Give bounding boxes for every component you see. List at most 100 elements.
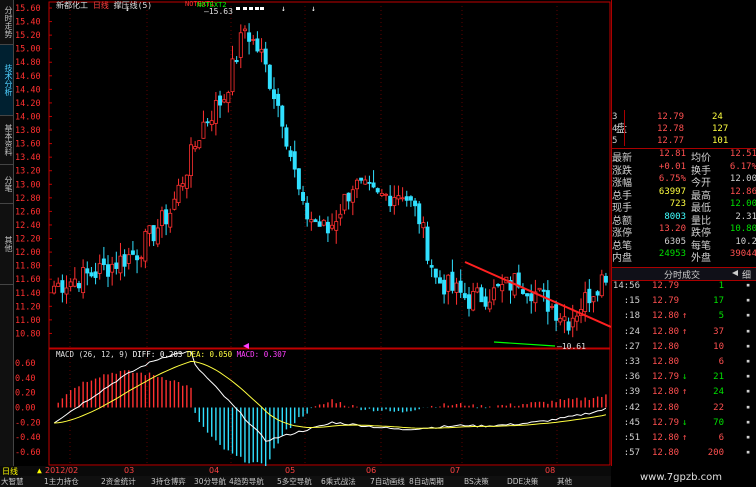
month-label: 06 [366,466,377,475]
tick-time: :39 [623,387,640,398]
price-axis-tick: 12.40 [15,221,41,231]
tick-row: :45 12.79 ↓ 70 ▪ [612,418,756,430]
candle-body [130,250,135,255]
tick-time: :57 [623,448,640,459]
candle-body [64,287,69,295]
stats-divider [612,148,756,149]
tick-time: :33 [623,357,640,367]
candle-body [317,221,322,227]
bottom-tab[interactable]: 2资金统计 [101,476,136,487]
candle-body [462,293,467,299]
candle-body [554,304,559,321]
candle-body [147,225,152,234]
stock-name: 新都化工 [56,1,88,10]
macd-axis-tick: 0.40 [15,374,35,384]
candle-body [197,140,202,149]
candle-body [159,210,164,226]
bottom-tab[interactable]: 3持仓博弈 [151,476,186,487]
candle-body [168,212,173,228]
tick-time: :24 [623,326,640,337]
tick-row: :33 12.80 6 ▪ [612,357,756,369]
stat-value: +0.01 [658,161,686,172]
candle-body [483,296,488,307]
order-book-volume: 24 [712,112,723,122]
candle-body [205,121,210,124]
candle-body [60,280,65,293]
candle-body [284,127,289,147]
stat-value: 10.80 [729,224,756,234]
ticks-detail-tab[interactable]: 细 [742,268,751,281]
tick-row: :39 12.80 ↑ 24 ▪ [612,387,756,399]
candle-body [525,293,530,297]
tick-price: 12.80 [652,311,680,322]
tab-intraday[interactable]: 分时走势 [0,0,13,45]
kline-chart[interactable]: 15.60 15.40 15.20 15.00 14.80 14.60 14.40 14.20… [13,0,611,466]
bottom-tab[interactable]: BS决策 [464,476,489,487]
candle-body [209,120,214,125]
order-book-row: 3 12.79 24 [612,112,756,124]
candle-body [558,317,563,323]
stat-value: 6305 [664,236,686,247]
tick-direction: ↑ [682,433,688,443]
bottom-tab[interactable]: 1主力持仓 [44,476,79,487]
candle-body [541,289,546,292]
bottom-tab[interactable]: 5多空导航 [277,476,312,487]
candle-body [429,265,434,268]
tick-flag-icon: ▪ [746,372,751,381]
bottom-tab[interactable]: DDE决策 [507,476,538,487]
bottom-tab[interactable]: 6乘式战法 [321,476,356,487]
bottom-tab[interactable]: 4趋势导航 [229,476,264,487]
tick-price: 12.80 [652,357,680,367]
tick-volume: 21 [713,372,724,383]
price-axis-tick: 11.40 [15,289,41,299]
stat-label: 外盘 [691,253,711,264]
candle-body [151,225,156,242]
stat-value: 723 [669,199,686,209]
stat-value: 63997 [658,186,686,197]
bottom-tab[interactable]: 8自动周期 [409,476,444,487]
time-axis: 日线 2012/02 03 04 05 06 07 08 ▲ [0,466,611,476]
ticks-detail-icon[interactable] [732,270,738,276]
period-arrow-icon[interactable]: ▲ [37,466,42,475]
bottom-tab[interactable]: 7自动画线 [370,476,405,487]
candle-body [139,257,144,260]
candle-body [242,28,247,32]
macd-axis-tick: -0.40 [15,433,41,443]
candle-body [562,316,567,321]
chart-canvas[interactable]: 15.60 15.40 15.20 15.00 14.80 14.60 14.40 14.20… [13,0,611,466]
candle-body [97,263,102,274]
candle-body [101,258,106,266]
tab-technical[interactable]: 技术分析 [0,45,13,116]
candle-body [520,289,525,294]
candle-body [454,282,459,293]
candle-body [305,202,310,220]
candle-body [276,93,281,106]
quote-stat-row: 总手 63997 最高 12.86 [612,186,756,202]
candle-body [595,291,600,296]
order-book-volume: 127 [712,124,729,134]
candle-body [288,150,293,157]
tab-ticks[interactable]: 分笔 [0,165,13,204]
candle-body [591,296,596,303]
quote-stat-row: 涨幅 6.75% 今开 12.00 [612,174,756,189]
bottom-tab[interactable]: 其他 [557,476,572,487]
tick-time: :36 [623,372,640,383]
indicator-label: 撑压线(5) [113,1,153,10]
tab-fundamentals[interactable]: 基本资料 [0,116,13,165]
candle-body [110,263,115,273]
candle-body [566,321,571,331]
candle-body [467,294,471,309]
candle-body [259,48,264,53]
candle-body [85,268,90,274]
candle-body [122,254,127,267]
tick-price: 12.80 [652,448,680,459]
candle-body [301,192,306,201]
candle-body [421,222,426,229]
bottom-tab[interactable]: 大智慧 [1,476,24,487]
tab-other[interactable]: 其他 [0,204,13,285]
quote-stat-row: 现手 723 最低 12.00 [612,199,756,214]
tick-volume: 6 [718,433,724,443]
macd-axis-tick: 0.60 [15,359,35,369]
tick-price: 12.79 [652,372,680,383]
bottom-tab[interactable]: 30分导航 [194,476,226,487]
